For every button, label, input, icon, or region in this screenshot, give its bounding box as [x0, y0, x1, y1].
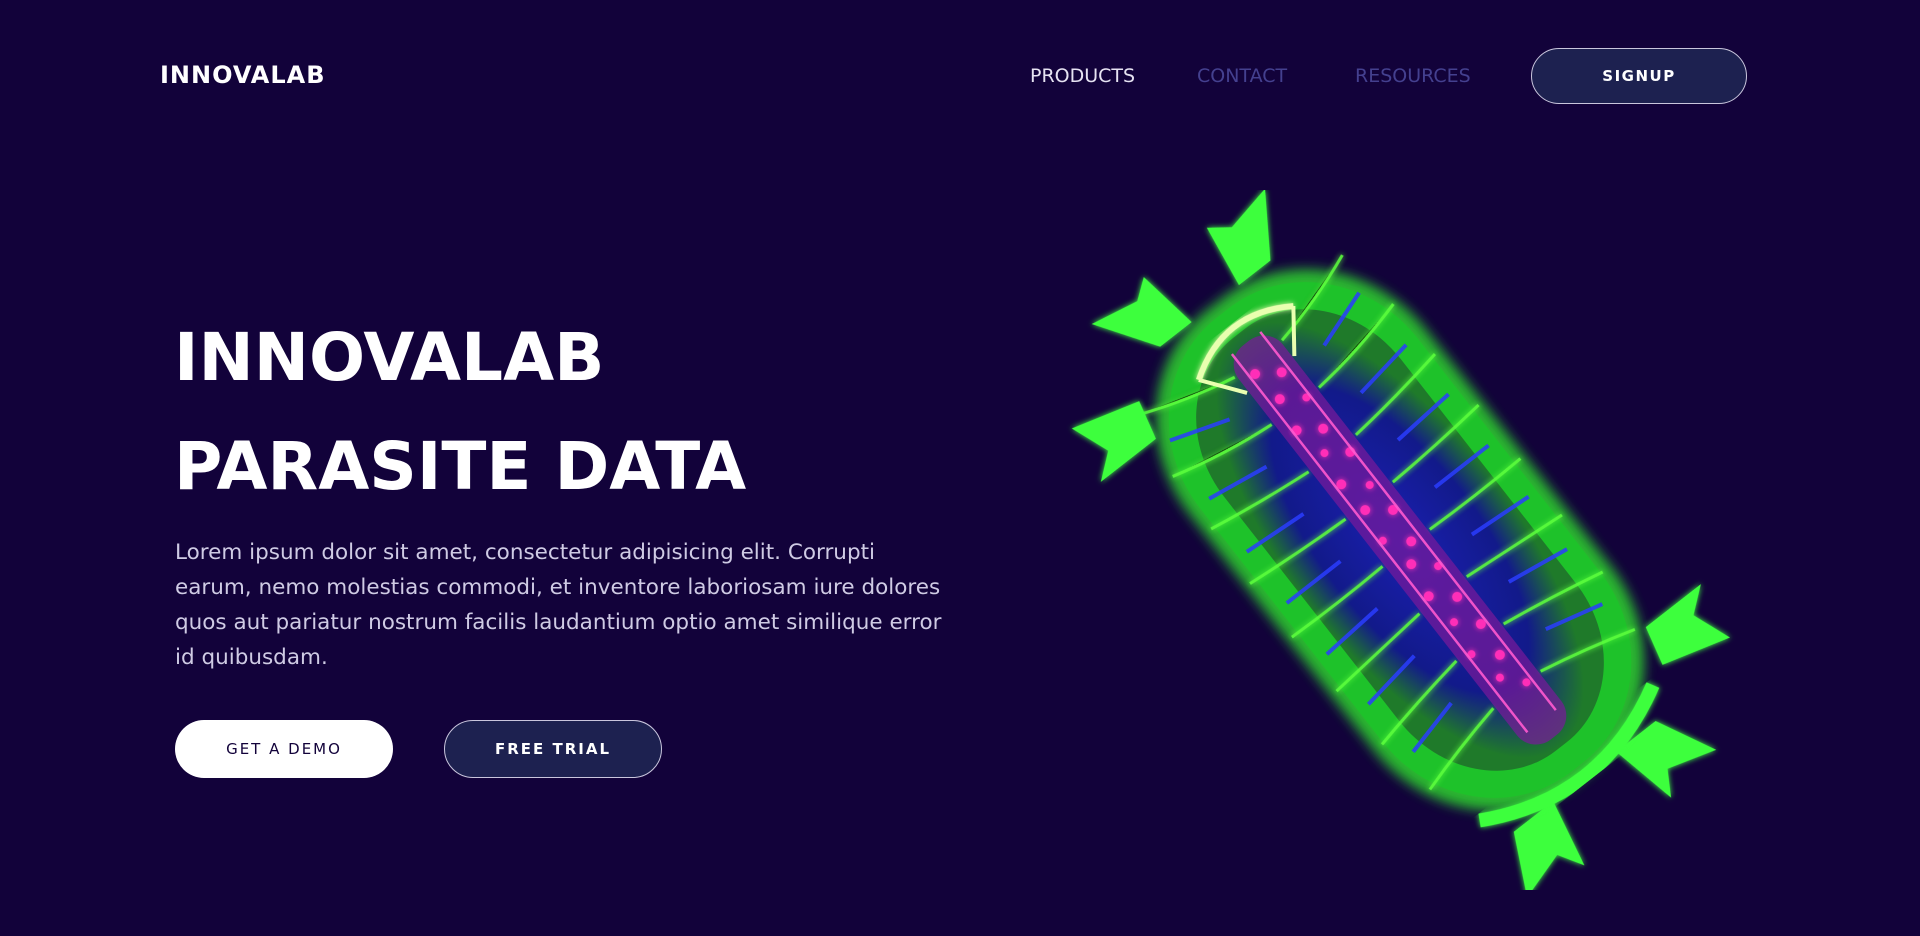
- brand-logo[interactable]: INNOVALAB: [160, 60, 326, 90]
- hero-title-line-1: INNOVALAB: [174, 319, 605, 396]
- nav-link-contact[interactable]: CONTACT: [1197, 63, 1287, 89]
- signup-button[interactable]: SIGNUP: [1531, 48, 1747, 104]
- parasite-micrograph-image: [1071, 190, 1730, 890]
- landing-page: INNOVALAB PRODUCTS CONTACT RESOURCES SIG…: [0, 0, 1920, 936]
- free-trial-button[interactable]: FREE TRIAL: [444, 720, 662, 778]
- hero-title-line-2: PARASITE DATA: [174, 428, 747, 505]
- nav-link-products[interactable]: PRODUCTS: [1030, 63, 1135, 89]
- get-demo-button[interactable]: GET A DEMO: [175, 720, 393, 778]
- nav-link-resources[interactable]: RESOURCES: [1355, 63, 1471, 89]
- hero-description: Lorem ipsum dolor sit amet, consectetur …: [175, 540, 942, 670]
